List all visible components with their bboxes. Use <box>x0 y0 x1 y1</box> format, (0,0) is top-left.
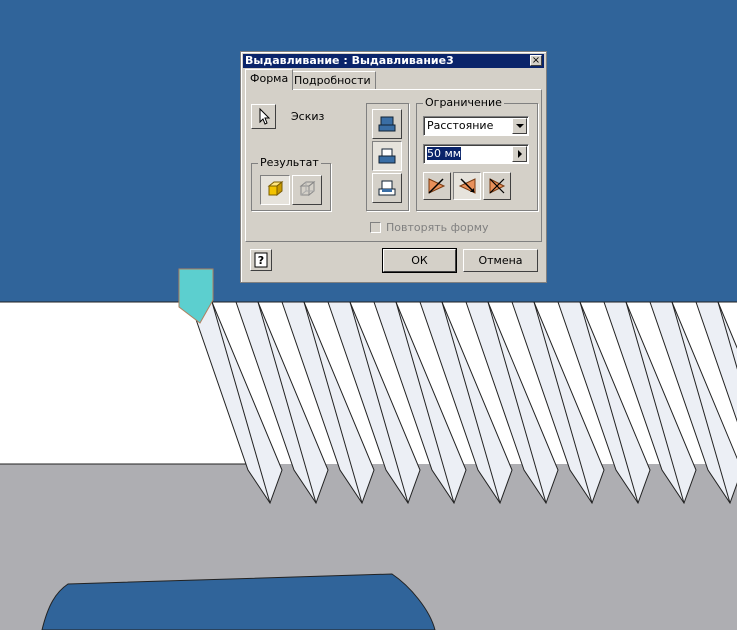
operation-cut-button[interactable] <box>372 141 402 171</box>
dialog-title: Выдавливание : Выдавливание3 <box>245 54 454 67</box>
direction-one-button[interactable] <box>423 172 451 200</box>
repeat-shape-label: Повторять форму <box>386 221 489 234</box>
distance-input[interactable]: 50 мм <box>423 144 529 164</box>
extent-group-label: Ограничение <box>423 96 504 109</box>
tab-panel: Эскиз Результат Ограничение Расстояние 5… <box>245 89 542 242</box>
tab-details[interactable]: Подробности <box>289 71 376 89</box>
chevron-right-icon <box>518 150 522 158</box>
extent-group: Ограничение Расстояние 50 мм <box>416 96 538 211</box>
cut-icon <box>378 148 396 164</box>
extrude-dialog: Выдавливание : Выдавливание3 × Форма Под… <box>240 51 547 283</box>
solid-cube-icon <box>267 180 284 197</box>
help-icon: ? <box>254 252 268 268</box>
surface-cube-icon <box>299 180 316 197</box>
operation-intersect-button[interactable] <box>372 173 402 203</box>
chevron-down-icon <box>516 124 524 128</box>
direction-one-icon <box>428 178 446 194</box>
sketch-label: Эскиз <box>291 110 325 123</box>
ok-label: ОК <box>411 254 428 267</box>
result-group: Результат <box>251 156 331 211</box>
tab-shape[interactable]: Форма <box>245 69 294 90</box>
cancel-button[interactable]: Отмена <box>463 249 538 272</box>
close-button[interactable]: × <box>530 55 542 66</box>
ok-button[interactable]: ОК <box>382 248 457 273</box>
result-solid-button[interactable] <box>260 175 290 205</box>
arrow-cursor-icon <box>259 107 271 125</box>
extent-type-value: Расстояние <box>427 119 494 132</box>
result-surface-button[interactable] <box>292 175 322 205</box>
direction-symmetric-button[interactable] <box>483 172 511 200</box>
extent-type-select[interactable]: Расстояние <box>423 116 529 136</box>
distance-menu-button[interactable] <box>512 146 527 162</box>
operation-join-button[interactable] <box>372 109 402 139</box>
repeat-shape-checkbox[interactable] <box>370 222 381 233</box>
tab-shape-label: Форма <box>250 72 289 85</box>
help-glyph: ? <box>258 254 264 267</box>
intersect-icon <box>378 180 396 196</box>
join-icon <box>378 116 396 132</box>
dialog-titlebar[interactable]: Выдавливание : Выдавливание3 × <box>243 54 544 68</box>
direction-two-button[interactable] <box>453 172 481 200</box>
tab-details-label: Подробности <box>294 74 371 87</box>
direction-two-icon <box>458 178 476 194</box>
help-button[interactable]: ? <box>250 249 272 271</box>
direction-symmetric-icon <box>489 178 506 194</box>
close-icon: × <box>531 55 541 66</box>
select-sketch-button[interactable] <box>251 104 276 129</box>
result-group-label: Результат <box>258 156 321 169</box>
operation-group <box>366 103 409 211</box>
distance-value: 50 мм <box>427 147 462 160</box>
extent-type-dropdown-button[interactable] <box>512 118 527 134</box>
cancel-label: Отмена <box>478 254 523 267</box>
